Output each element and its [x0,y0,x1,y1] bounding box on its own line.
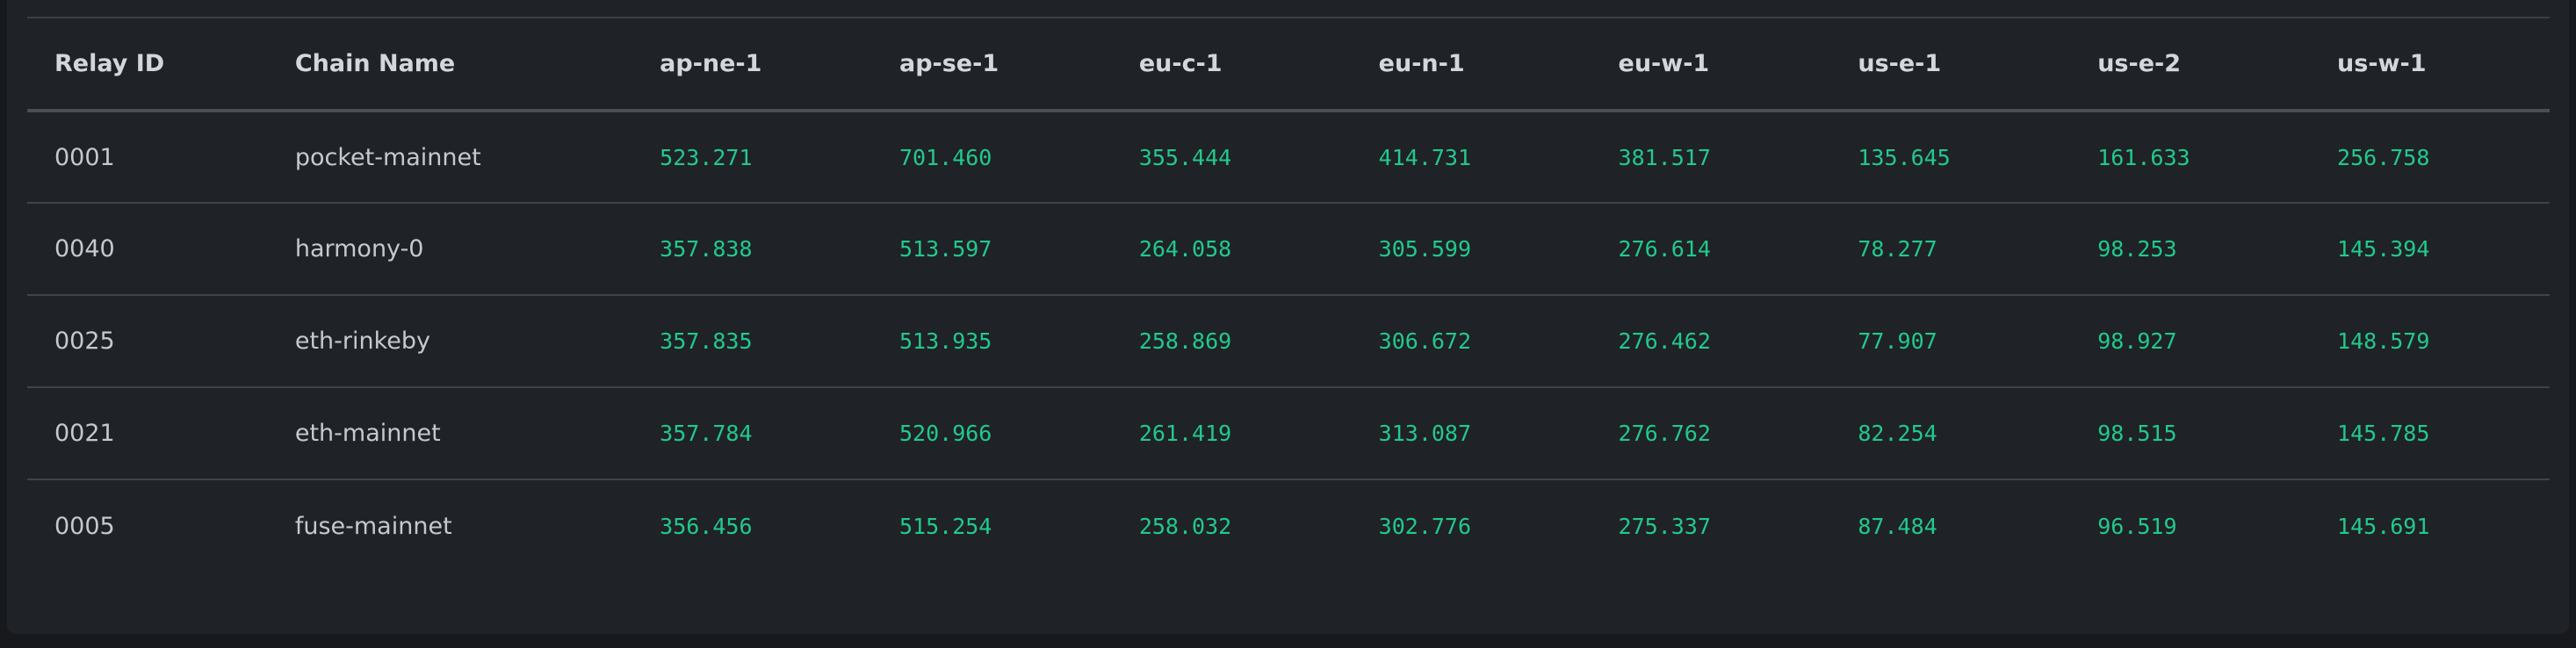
latency-cell-eu-w-1: 276.762 [1618,421,1711,446]
header-row: Relay ID Chain Name ap-ne-1 ap-se-1 eu-c… [27,18,2550,111]
latency-cell-eu-w-1: 276.614 [1618,236,1711,262]
latency-cell-ap-ne-1: 357.838 [660,236,753,262]
column-header-us-w-1[interactable]: us-w-1 [2310,18,2550,111]
relay-id-cell: 0005 [54,512,115,540]
table-row: 0005 fuse-mainnet 356.456 515.254 258.03… [27,479,2550,572]
latency-cell-us-e-1: 78.277 [1858,236,1937,262]
latency-cell-eu-w-1: 381.517 [1618,144,1711,170]
latency-cell-eu-c-1: 355.444 [1138,144,1232,170]
table-body: 0001 pocket-mainnet 523.271 701.460 355.… [27,111,2550,572]
latency-cell-eu-n-1: 414.731 [1378,144,1472,170]
latency-cell-us-w-1: 256.758 [2337,144,2430,170]
latency-cell-eu-c-1: 261.419 [1138,421,1232,446]
latency-cell-us-w-1: 145.785 [2337,421,2430,446]
latency-cell-ap-ne-1: 523.271 [660,144,753,170]
relay-latency-panel: Relay ID Chain Name ap-ne-1 ap-se-1 eu-c… [7,0,2569,634]
latency-cell-ap-se-1: 513.935 [898,328,992,354]
table-row: 0021 eth-mainnet 357.784 520.966 261.419… [27,387,2550,479]
latency-cell-ap-se-1: 701.460 [898,144,992,170]
latency-cell-eu-c-1: 258.032 [1138,513,1232,539]
table-row: 0025 eth-rinkeby 357.835 513.935 258.869… [27,295,2550,387]
relay-id-cell: 0040 [54,235,115,263]
latency-cell-eu-w-1: 276.462 [1618,328,1711,354]
relay-id-cell: 0021 [54,420,115,447]
latency-cell-eu-n-1: 302.776 [1378,513,1472,539]
latency-cell-eu-c-1: 258.869 [1138,328,1232,354]
latency-cell-us-e-2: 96.519 [2097,513,2177,539]
chain-name-cell: eth-rinkeby [294,328,431,355]
chain-name-cell: pocket-mainnet [294,143,481,171]
column-header-eu-n-1[interactable]: eu-n-1 [1352,18,1591,111]
latency-cell-ap-se-1: 513.597 [898,236,992,262]
latency-cell-us-e-2: 98.253 [2097,236,2177,262]
latency-cell-us-e-1: 135.645 [1858,144,1951,170]
table-row: 0001 pocket-mainnet 523.271 701.460 355.… [27,111,2550,203]
latency-cell-eu-n-1: 306.672 [1378,328,1472,354]
latency-cell-us-w-1: 145.394 [2337,236,2430,262]
table-row: 0040 harmony-0 357.838 513.597 264.058 3… [27,203,2550,295]
latency-cell-eu-w-1: 275.337 [1618,513,1711,539]
latency-cell-us-w-1: 148.579 [2337,328,2430,354]
column-header-eu-c-1[interactable]: eu-c-1 [1112,18,1352,111]
relay-latency-table: Relay ID Chain Name ap-ne-1 ap-se-1 eu-c… [27,17,2550,572]
latency-cell-us-e-1: 87.484 [1858,513,1937,539]
relay-id-cell: 0025 [54,328,115,355]
latency-cell-us-e-2: 98.927 [2097,328,2177,354]
column-header-us-e-2[interactable]: us-e-2 [2070,18,2310,111]
latency-cell-eu-n-1: 313.087 [1378,421,1472,446]
relay-id-cell: 0001 [54,143,115,171]
column-header-relay-id[interactable]: Relay ID [27,18,268,111]
latency-cell-eu-n-1: 305.599 [1378,236,1472,262]
latency-cell-ap-ne-1: 356.456 [660,513,753,539]
latency-cell-us-e-2: 161.633 [2097,144,2190,170]
latency-cell-eu-c-1: 264.058 [1138,236,1232,262]
latency-cell-us-e-1: 77.907 [1858,328,1937,354]
latency-cell-us-e-2: 98.515 [2097,421,2177,446]
column-header-us-e-1[interactable]: us-e-1 [1830,18,2070,111]
table-header: Relay ID Chain Name ap-ne-1 ap-se-1 eu-c… [27,18,2550,111]
latency-cell-us-e-1: 82.254 [1858,421,1937,446]
column-header-eu-w-1[interactable]: eu-w-1 [1591,18,1831,111]
column-header-ap-ne-1[interactable]: ap-ne-1 [632,18,872,111]
column-header-ap-se-1[interactable]: ap-se-1 [872,18,1112,111]
latency-cell-us-w-1: 145.691 [2337,513,2430,539]
latency-cell-ap-se-1: 515.254 [898,513,992,539]
chain-name-cell: fuse-mainnet [294,512,452,540]
latency-cell-ap-ne-1: 357.784 [660,421,753,446]
chain-name-cell: eth-mainnet [294,420,441,447]
latency-cell-ap-se-1: 520.966 [898,421,992,446]
latency-cell-ap-ne-1: 357.835 [660,328,753,354]
column-header-chain-name[interactable]: Chain Name [268,18,632,111]
chain-name-cell: harmony-0 [294,235,424,263]
